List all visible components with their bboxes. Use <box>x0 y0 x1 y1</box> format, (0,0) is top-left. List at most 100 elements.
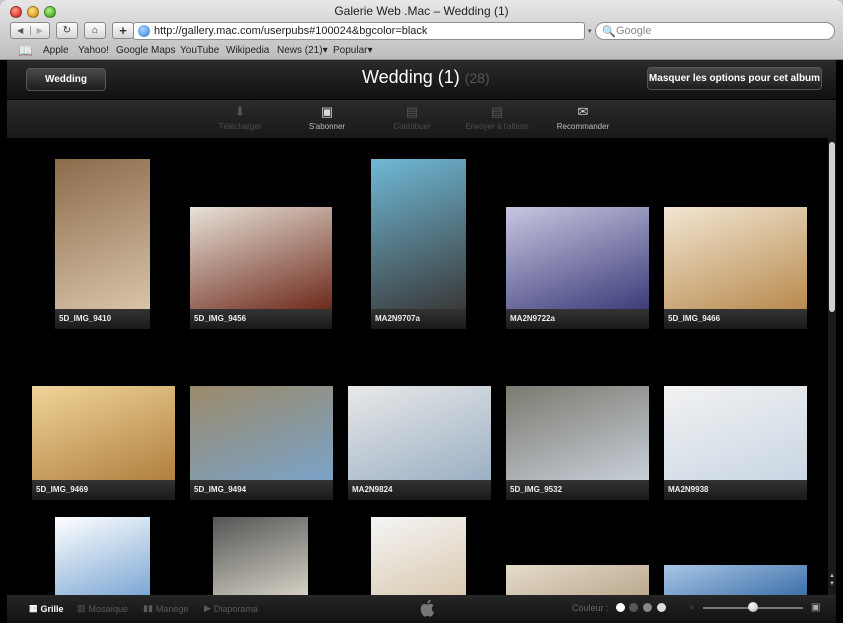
album-title: Wedding (1) (28) <box>362 67 490 88</box>
photo-image <box>371 517 466 595</box>
photo-thumbnail[interactable]: 5D_IMG_9410 <box>55 159 150 329</box>
scroll-down-icon[interactable]: ▼ <box>828 580 836 588</box>
add-bookmark-button[interactable]: + <box>112 22 134 39</box>
back-arrow-icon[interactable]: ◀ <box>11 26 30 35</box>
search-placeholder: Google <box>616 25 652 37</box>
photo-caption: 5D_IMG_9466 <box>664 309 807 329</box>
scroll-thumb[interactable] <box>829 142 835 312</box>
color-swatch-white[interactable] <box>616 603 625 612</box>
photo-image <box>506 565 649 595</box>
photo-thumbnail[interactable]: MA2N9722a <box>506 207 649 329</box>
photo-thumbnail[interactable] <box>55 517 150 595</box>
album-wedding-button[interactable]: Wedding <box>26 68 106 91</box>
photo-grid: 5D_IMG_9410 5D_IMG_9456 MA2N9707a MA2N97… <box>7 138 827 595</box>
reload-icon: ↻ <box>62 25 72 36</box>
photo-thumbnail[interactable]: MA2N9707a <box>371 159 466 329</box>
mosaic-icon: ▥ <box>77 603 86 613</box>
send-to-album-action[interactable]: ▤ Envoyer à l'album <box>457 104 537 131</box>
search-field[interactable]: 🔍 Google <box>595 22 835 40</box>
color-label: Couleur : <box>572 603 609 613</box>
photo-image <box>664 565 807 595</box>
recommend-action[interactable]: ✉ Recommander <box>543 104 623 131</box>
bookmark-google-maps[interactable]: Google Maps <box>116 45 175 56</box>
photo-caption: 5D_IMG_9532 <box>506 480 649 500</box>
browser-window: Galerie Web .Mac – Wedding (1) ◀ ▶ ↻ ⌂ + … <box>0 0 843 623</box>
bookmark-apple[interactable]: Apple <box>43 45 69 56</box>
view-grid-button[interactable]: ▦ Grille <box>29 603 64 614</box>
hide-options-button[interactable]: Masquer les options pour cet album <box>647 67 822 90</box>
photo-caption: MA2N9722a <box>506 309 649 329</box>
reload-button[interactable]: ↻ <box>56 22 78 39</box>
photo-image <box>190 207 332 309</box>
vertical-scrollbar[interactable] <box>828 138 836 595</box>
send-icon: ▤ <box>490 104 504 119</box>
forward-arrow-icon[interactable]: ▶ <box>29 26 50 35</box>
view-mosaic-button[interactable]: ▥ Mosaïque <box>77 603 128 614</box>
carousel-icon: ▮▮ <box>143 603 153 613</box>
contribute-label: Contribuer <box>393 122 431 131</box>
bookmark-news[interactable]: News (21)▾ <box>277 45 328 56</box>
photo-image <box>55 517 150 595</box>
bookmarks-bar: 📖 Apple Yahoo! Google Maps YouTube Wikip… <box>0 42 843 60</box>
bottom-bar: ▦ Grille ▥ Mosaïque ▮▮ Manège ▶ Diaporam… <box>7 595 836 623</box>
photo-image <box>213 517 308 595</box>
photo-thumbnail[interactable]: 5D_IMG_9469 <box>32 386 175 500</box>
recommend-label: Recommander <box>556 122 610 131</box>
title-bar: Galerie Web .Mac – Wedding (1) ◀ ▶ ↻ ⌂ + … <box>0 0 843 60</box>
view-slideshow-button[interactable]: ▶ Diaporama <box>204 603 258 614</box>
back-forward-buttons[interactable]: ◀ ▶ <box>10 22 50 39</box>
view-slideshow-label: Diaporama <box>213 603 258 614</box>
download-label: Télécharger <box>218 122 262 131</box>
photo-thumbnail[interactable]: 5D_IMG_9466 <box>664 207 807 329</box>
photo-thumbnail[interactable]: MA2N9938 <box>664 386 807 500</box>
photo-thumbnail[interactable] <box>664 565 807 595</box>
contribute-action[interactable]: ▤ Contribuer <box>372 104 452 131</box>
photo-thumbnail[interactable] <box>213 517 308 595</box>
photo-thumbnail[interactable] <box>371 517 466 595</box>
download-icon: ⬇ <box>234 104 246 119</box>
photo-caption: 5D_IMG_9410 <box>55 309 150 329</box>
apple-logo-icon <box>420 599 434 617</box>
subscribe-label: S'abonner <box>308 122 346 131</box>
photo-caption: MA2N9707a <box>371 309 466 329</box>
photo-image <box>55 159 150 309</box>
photo-thumbnail[interactable] <box>506 565 649 595</box>
photo-image <box>664 386 807 480</box>
zoom-large-icon[interactable]: ▣ <box>811 602 820 613</box>
gallery-header: Wedding Wedding (1) (28) Masquer les opt… <box>7 60 836 100</box>
photo-image <box>190 386 333 480</box>
address-bar[interactable]: http://gallery.mac.com/userpubs#100024&b… <box>133 22 585 40</box>
photo-caption: 5D_IMG_9469 <box>32 480 175 500</box>
url-dropdown-icon[interactable]: ▾ <box>588 27 592 35</box>
grid-icon: ▦ <box>29 603 38 613</box>
color-swatch-gray[interactable] <box>643 603 652 612</box>
send-to-album-label: Envoyer à l'album <box>465 122 529 131</box>
color-swatch-light[interactable] <box>657 603 666 612</box>
bookmark-popular[interactable]: Popular▾ <box>333 45 373 56</box>
home-button[interactable]: ⌂ <box>84 22 106 39</box>
slider-knob[interactable] <box>748 602 758 612</box>
photo-image <box>506 207 649 309</box>
view-carousel-button[interactable]: ▮▮ Manège <box>143 603 188 614</box>
photo-caption: MA2N9938 <box>664 480 807 500</box>
bookmark-yahoo[interactable]: Yahoo! <box>78 45 109 56</box>
photo-image <box>32 386 175 480</box>
zoom-small-icon[interactable]: ▫ <box>690 603 693 612</box>
photo-caption: 5D_IMG_9456 <box>190 309 332 329</box>
download-action[interactable]: ⬇ Télécharger <box>200 104 280 131</box>
color-swatch-dark[interactable] <box>629 603 638 612</box>
plus-icon: + <box>119 23 127 38</box>
photo-count: (28) <box>464 70 490 86</box>
bookmark-wikipedia[interactable]: Wikipedia <box>226 45 269 56</box>
photo-thumbnail[interactable]: 5D_IMG_9456 <box>190 207 332 329</box>
photo-thumbnail[interactable]: MA2N9824 <box>348 386 491 500</box>
photo-image <box>664 207 807 309</box>
scroll-up-icon[interactable]: ▲ <box>828 572 836 580</box>
action-bar: ⬇ Télécharger ▣ S'abonner ▤ Contribuer ▤… <box>7 100 836 138</box>
bookmark-youtube[interactable]: YouTube <box>180 45 219 56</box>
subscribe-action[interactable]: ▣ S'abonner <box>287 104 367 131</box>
photo-thumbnail[interactable]: 5D_IMG_9494 <box>190 386 333 500</box>
book-icon[interactable]: 📖 <box>18 44 33 58</box>
scroll-arrows[interactable]: ▲ ▼ <box>828 572 836 588</box>
photo-thumbnail[interactable]: 5D_IMG_9532 <box>506 386 649 500</box>
